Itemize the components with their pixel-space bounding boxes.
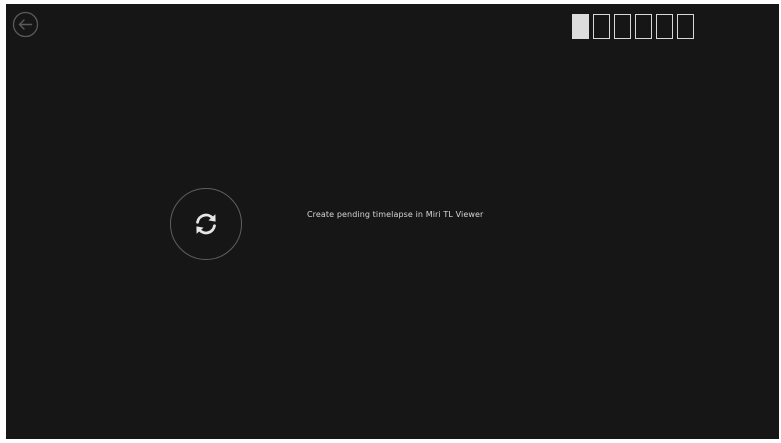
status-message: Create pending timelapse in Miri TL View… [307, 210, 484, 219]
back-button[interactable] [12, 11, 39, 38]
refresh-icon [196, 213, 216, 235]
progress-step [614, 14, 631, 39]
refresh-button[interactable] [170, 188, 242, 260]
progress-step [572, 14, 589, 39]
step-progress-indicator [572, 14, 694, 39]
progress-step [635, 14, 652, 39]
app-screen: Create pending timelapse in Miri TL View… [6, 4, 779, 439]
progress-step [593, 14, 610, 39]
arrow-left-circle-icon [12, 11, 39, 38]
progress-step [656, 14, 673, 39]
progress-step [677, 14, 694, 39]
